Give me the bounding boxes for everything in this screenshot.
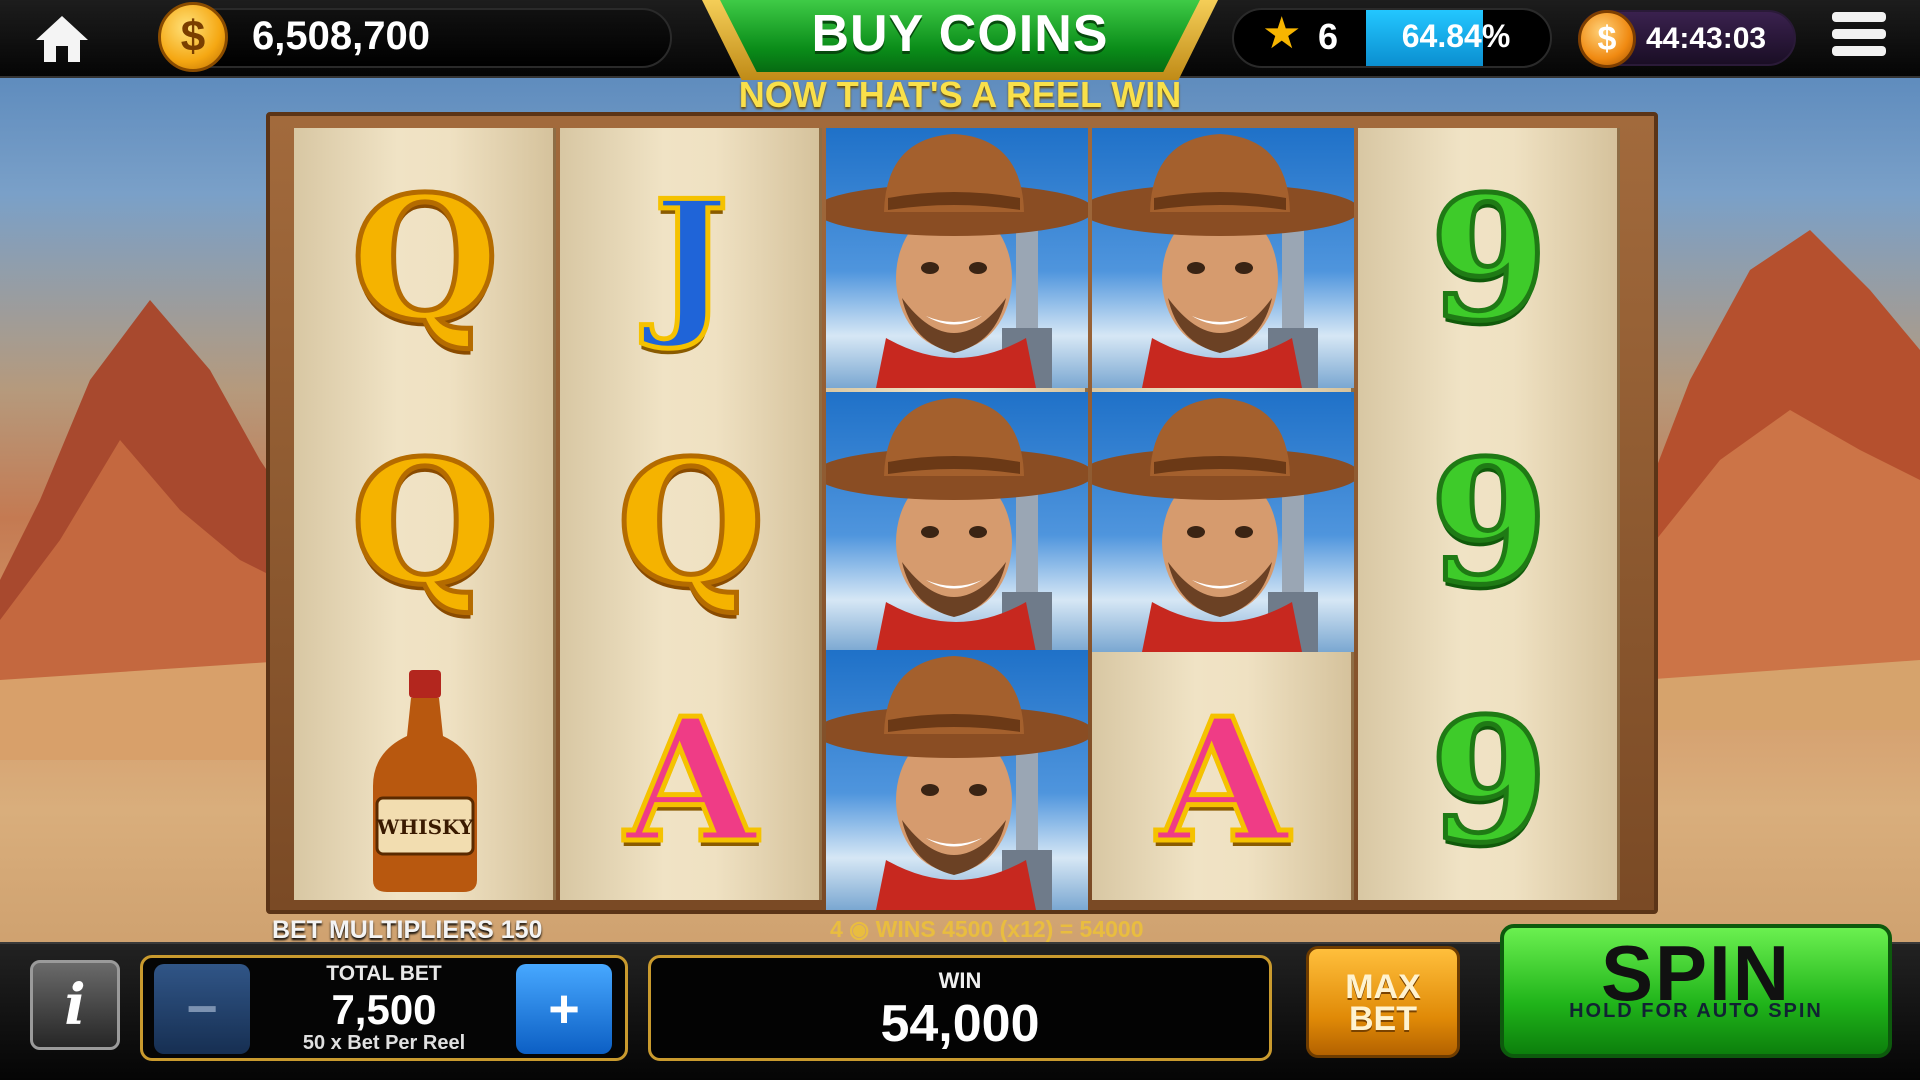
symbol-glyph: 9 [1427,159,1550,359]
total-bet-label: TOTAL BET [326,962,442,985]
symbol-glyph: Q [614,423,767,623]
symbol-9: 9 [1358,128,1620,390]
coin-icon: $ [158,2,228,72]
bet-multipliers: BET MULTIPLIERS 150 [272,916,543,944]
menu-icon-bar [1832,46,1886,56]
home-button[interactable] [28,8,96,70]
symbol-a: A [1092,650,1354,912]
coin-balance: 6,508,700 [252,14,430,58]
max-bet-label-2: BET [1349,1000,1417,1038]
bonus-timer: 44:43:03 [1646,22,1767,55]
xp-percent: 64.84% [1401,18,1511,54]
increase-bet-button[interactable]: + [516,964,612,1054]
max-bet-button[interactable]: MAX BET [1306,946,1460,1058]
menu-icon-bar [1832,29,1886,39]
menu-button[interactable] [1832,12,1886,64]
symbol-glyph: J [651,165,732,353]
symbol-j: J [560,128,822,390]
home-icon [36,16,88,62]
symbol-glyph: 9 [1427,681,1550,881]
decrease-bet-button[interactable]: − [154,964,250,1054]
symbol-q: Q [560,392,822,654]
slot-game-screen: $ 6,508,700 BUY COINS ★ 6 64.84% $ 44:43… [0,0,1920,1080]
symbol-glyph: A [1155,681,1292,881]
star-icon: ★ [1262,9,1302,58]
menu-icon [1832,12,1886,22]
whisky-symbol: WHISKY [294,650,556,912]
symbol-9: 9 [1358,650,1620,912]
bet-per-reel-label: 50 x Bet Per Reel [302,1032,466,1054]
mountains-left [0,300,300,760]
cowboy-symbol [1092,392,1354,652]
symbol-a: A [560,650,822,912]
cowboy-symbol [826,128,1088,388]
total-bet-value: 7,500 [331,986,437,1033]
symbol-glyph: A [623,681,760,881]
symbol-q: Q [294,392,556,654]
win-value: 54,000 [880,995,1040,1053]
cowboy-symbol [826,650,1088,910]
cowboy-symbol [1092,128,1354,388]
symbol-glyph: 9 [1427,423,1550,623]
symbol-9: 9 [1358,392,1620,654]
info-button[interactable]: i [30,960,120,1050]
win-headline: NOW THAT'S A REEL WIN [738,74,1182,115]
auto-spin-hint: HOLD FOR AUTO SPIN [1569,1000,1823,1022]
player-level: 6 [1318,16,1339,57]
buy-coins-button[interactable]: BUY COINS [718,0,1202,72]
info-icon: i [64,972,86,1038]
win-label: WIN [938,968,982,993]
mountains-right [1640,230,1920,730]
symbol-q: Q [294,128,556,390]
symbol-glyph: Q [348,159,501,359]
timer-coin-icon: $ [1578,10,1636,68]
whisky-label: WHISKY [376,815,474,839]
max-bet-label-1: MAX [1345,968,1421,1006]
win-line-info: 4 ◉ WINS 4500 (x12) = 54000 [830,916,1144,942]
symbol-glyph: Q [348,423,501,623]
cowboy-symbol [826,392,1088,652]
